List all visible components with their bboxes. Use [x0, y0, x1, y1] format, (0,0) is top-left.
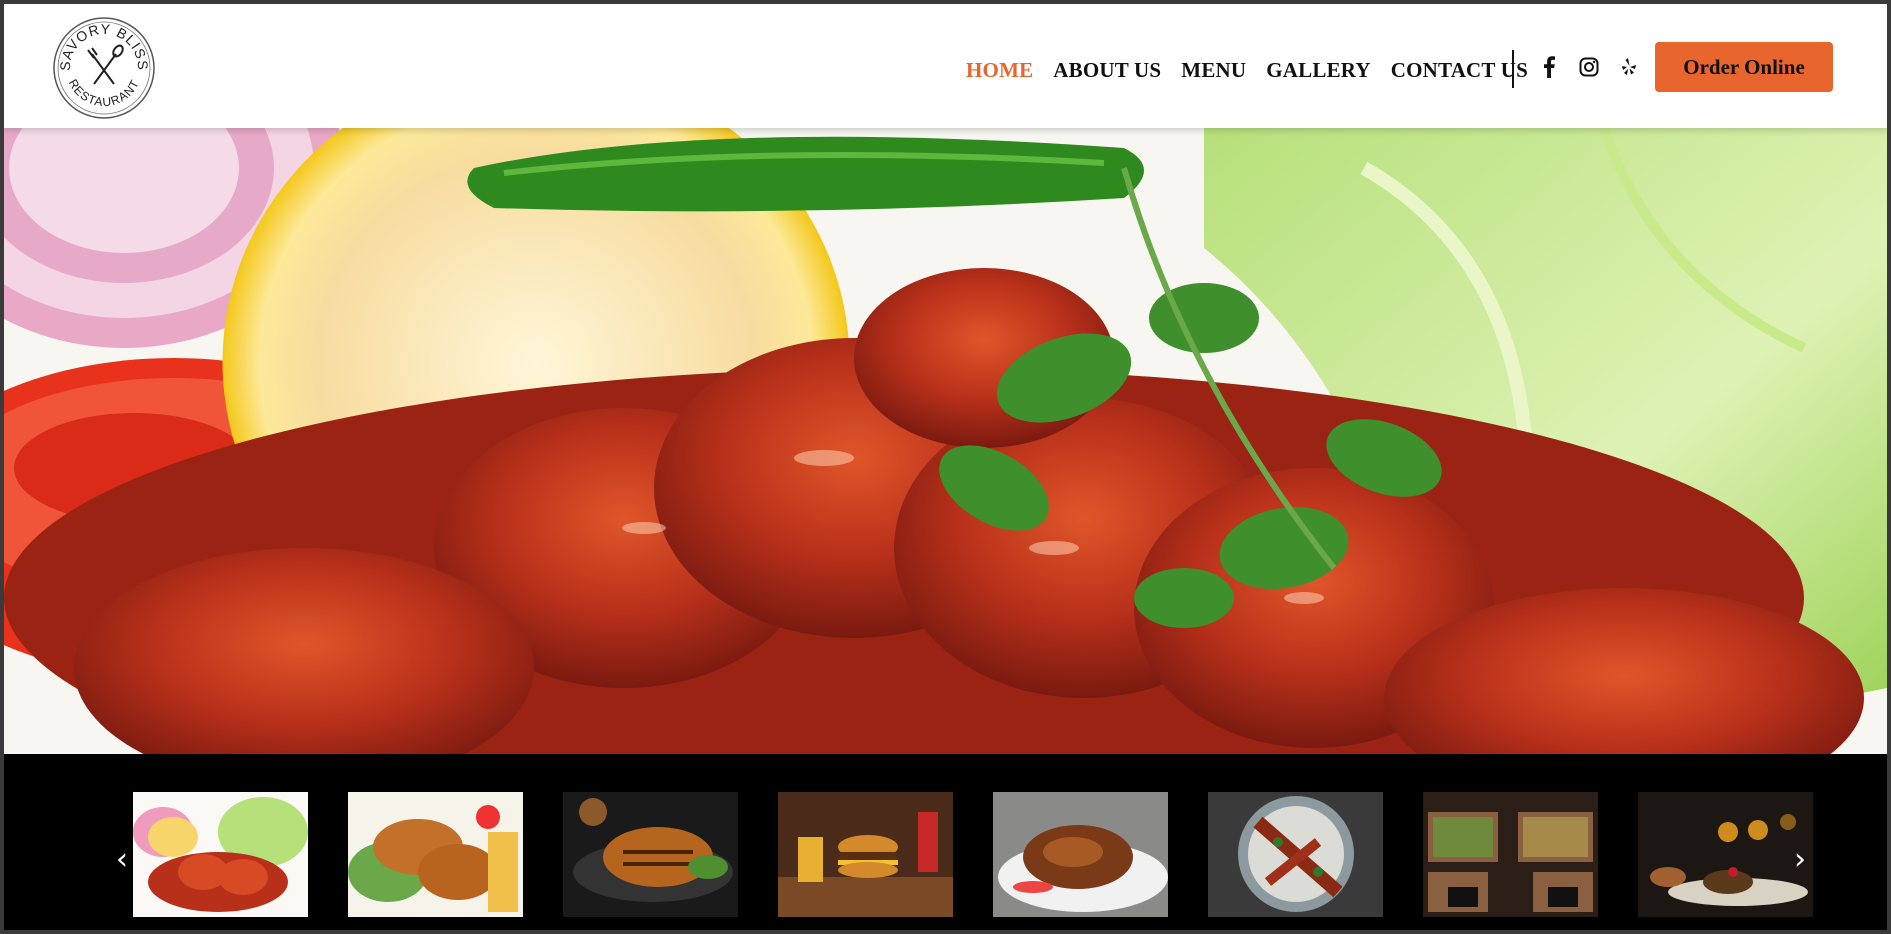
carousel-next-button[interactable]: › [1786, 840, 1814, 880]
main-nav: HOME ABOUT US MENU GALLERY CONTACT US [966, 58, 1528, 82]
nav-home[interactable]: HOME [966, 58, 1033, 82]
thumbnail-grilled-chicken[interactable] [563, 792, 738, 917]
thumbnail-burger-meal[interactable] [778, 792, 953, 917]
nav-menu[interactable]: MENU [1181, 58, 1246, 82]
thumbnail-chicken-65[interactable] [133, 792, 308, 917]
thumbnail-fried-drumsticks[interactable] [348, 792, 523, 917]
site-header: SAVORY BLISS RESTAURANT HOME ABOUT US ME… [4, 4, 1887, 128]
hero-image [4, 128, 1887, 754]
nav-gallery[interactable]: GALLERY [1266, 58, 1371, 82]
thumbnail-roast-chicken[interactable] [993, 792, 1168, 917]
thumbnail-salad-bar[interactable] [1423, 792, 1598, 917]
restaurant-logo[interactable]: SAVORY BLISS RESTAURANT [52, 16, 156, 120]
facebook-icon[interactable] [1536, 54, 1562, 80]
nav-about-us[interactable]: ABOUT US [1053, 58, 1161, 82]
gallery-strip: ‹ › [4, 758, 1887, 930]
instagram-icon[interactable] [1576, 54, 1602, 80]
nav-divider [1512, 50, 1514, 88]
carousel-prev-button[interactable]: ‹ [108, 840, 136, 880]
order-online-button[interactable]: Order Online [1655, 42, 1833, 92]
browser-viewport: SAVORY BLISS RESTAURANT HOME ABOUT US ME… [4, 4, 1887, 930]
nav-contact-us[interactable]: CONTACT US [1391, 58, 1528, 82]
yelp-icon[interactable] [1616, 54, 1642, 80]
thumbnail-kebab-skewers[interactable] [1208, 792, 1383, 917]
